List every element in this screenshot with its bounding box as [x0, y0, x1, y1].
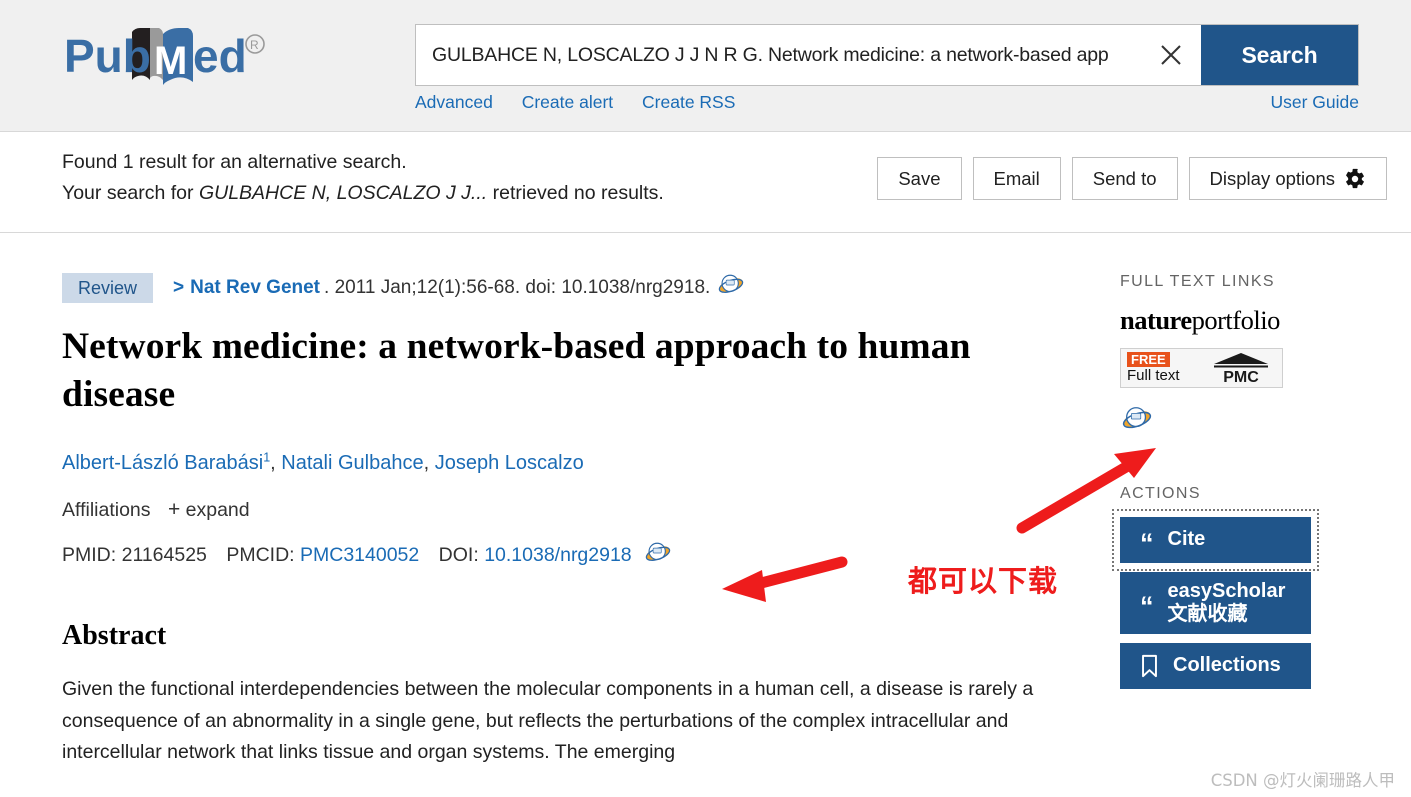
easyscholar-badge-icon[interactable]: [718, 272, 744, 304]
site-header: Pub M ed R Search Advanced Create alert …: [0, 0, 1411, 132]
pmid-value: 21164525: [121, 544, 207, 567]
article-record: Review > Nat Rev Genet . 2011 Jan;12(1):…: [62, 273, 1062, 769]
user-guide-link[interactable]: User Guide: [1270, 92, 1359, 113]
sidebar: FULL TEXT LINKS natureportfolio FREE Ful…: [1112, 273, 1387, 698]
easyscholar-label-line2: 文献收藏: [1167, 602, 1248, 625]
sidebar-easyscholar-icon-wrap[interactable]: [1122, 404, 1387, 439]
pubmed-logo[interactable]: Pub M ed R: [62, 24, 302, 90]
annotation-note: 都可以下载: [908, 564, 1059, 598]
expand-label: expand: [185, 499, 250, 521]
authors-list: Albert-László Barabási1, Natali Gulbahce…: [62, 450, 584, 474]
results-line-2-prefix: Your search for: [62, 182, 199, 204]
results-line-2-query: GULBAHCE N, LOSCALZO J J...: [198, 182, 488, 204]
nature-portfolio-link[interactable]: natureportfolio: [1120, 307, 1387, 334]
plus-icon: +: [167, 498, 181, 521]
cite-button-label: Cite: [1167, 528, 1206, 550]
collections-button-label: Collections: [1173, 654, 1281, 676]
results-line-1: Found 1 result for an alternative search…: [62, 151, 407, 173]
save-button[interactable]: Save: [877, 157, 962, 200]
easyscholar-badge-icon-doi[interactable]: [645, 540, 671, 572]
bookmark-icon: [1142, 654, 1157, 677]
affiliations-row: Affiliations + expand: [62, 498, 1062, 522]
pmc-text-block: FREE Full text: [1127, 351, 1180, 384]
results-message: Found 1 result for an alternative search…: [62, 147, 664, 209]
chevron-right-icon: >: [173, 277, 185, 298]
expand-affiliations-button[interactable]: + expand: [167, 498, 250, 521]
easyscholar-icon: [645, 542, 671, 561]
pmc-logo-icon: PMC: [1214, 352, 1268, 385]
article-title: Network medicine: a network-based approa…: [62, 326, 971, 415]
svg-text:M: M: [154, 39, 187, 83]
email-button-label: Email: [993, 167, 1040, 189]
create-rss-link[interactable]: Create RSS: [642, 92, 735, 112]
search-bar: Search: [415, 24, 1359, 86]
gear-icon: [1346, 168, 1364, 188]
journal-link[interactable]: Nat Rev Genet: [190, 277, 320, 299]
citation-details: . 2011 Jan;12(1):56-68. doi: 10.1038/nrg…: [324, 277, 711, 298]
easyscholar-icon: [1122, 406, 1152, 428]
csdn-watermark: CSDN @灯火阑珊路人甲: [1210, 771, 1395, 790]
collections-button[interactable]: Collections: [1120, 642, 1311, 689]
full-text-label: Full text: [1127, 366, 1180, 384]
pmid-label: PMID:: [62, 544, 117, 567]
nature-logo-light: portfolio: [1191, 305, 1281, 335]
close-icon: [1161, 45, 1181, 65]
search-button[interactable]: Search: [1201, 25, 1358, 85]
search-input[interactable]: [416, 25, 1141, 85]
pmcid-link[interactable]: PMC3140052: [300, 544, 419, 566]
pubmed-logo-icon: Pub M ed R: [64, 28, 265, 85]
clear-search-button[interactable]: [1141, 25, 1201, 85]
author-link[interactable]: Natali Gulbahce: [281, 452, 423, 474]
doi-link[interactable]: 10.1038/nrg2918: [484, 544, 631, 566]
send-to-button-label: Send to: [1092, 167, 1157, 189]
email-button[interactable]: Email: [972, 157, 1061, 200]
svg-text:Pub: Pub: [64, 30, 151, 82]
doi-label: DOI:: [438, 544, 479, 567]
author-link[interactable]: Joseph Loscalzo: [435, 452, 584, 474]
quote-icon: “: [1140, 591, 1154, 622]
main-content: Review > Nat Rev Genet . 2011 Jan;12(1):…: [0, 233, 1411, 797]
publication-type-badge: Review: [62, 273, 154, 303]
citation-line: Review > Nat Rev Genet . 2011 Jan;12(1):…: [62, 273, 1062, 303]
easyscholar-button-label: easyScholar 文献收藏: [1168, 580, 1286, 625]
display-options-label: Display options: [1209, 167, 1335, 189]
display-options-button[interactable]: Display options: [1188, 157, 1387, 200]
quote-icon: “: [1140, 528, 1154, 559]
easyscholar-label-line1: easyScholar: [1167, 580, 1286, 603]
abstract-text: Given the functional interdependencies b…: [62, 678, 1034, 763]
full-text-links-heading: FULL TEXT LINKS: [1120, 273, 1275, 290]
results-action-buttons: Save Email Send to Display options: [877, 157, 1387, 200]
abstract-heading: Abstract: [62, 620, 167, 651]
save-button-label: Save: [898, 167, 941, 189]
actions-heading: ACTIONS: [1120, 484, 1201, 502]
nature-logo-bold: nature: [1120, 305, 1192, 335]
svg-text:R: R: [250, 38, 259, 52]
svg-text:ed: ed: [193, 30, 247, 82]
affiliations-label: Affiliations: [62, 499, 151, 521]
pmc-full-text-link[interactable]: FREE Full text PMC: [1120, 347, 1283, 388]
author-link[interactable]: Albert-László Barabási: [62, 452, 263, 474]
create-alert-link[interactable]: Create alert: [522, 92, 613, 112]
results-line-2: Your search for GULBAHCE N, LOSCALZO J J…: [62, 178, 664, 209]
results-bar: Found 1 result for an alternative search…: [0, 132, 1411, 233]
results-line-2-suffix: retrieved no results.: [487, 182, 664, 204]
easyscholar-button[interactable]: “ easyScholar 文献收藏: [1120, 571, 1311, 634]
pmcid-label: PMCID:: [226, 544, 295, 567]
svg-text:PMC: PMC: [1223, 369, 1259, 385]
cite-button[interactable]: “ Cite: [1112, 508, 1319, 571]
free-badge: FREE: [1127, 351, 1170, 367]
header-links: Advanced Create alert Create RSS User Gu…: [415, 92, 1359, 113]
send-to-button[interactable]: Send to: [1071, 157, 1178, 200]
easyscholar-icon: [719, 274, 744, 293]
advanced-link[interactable]: Advanced: [415, 92, 493, 112]
